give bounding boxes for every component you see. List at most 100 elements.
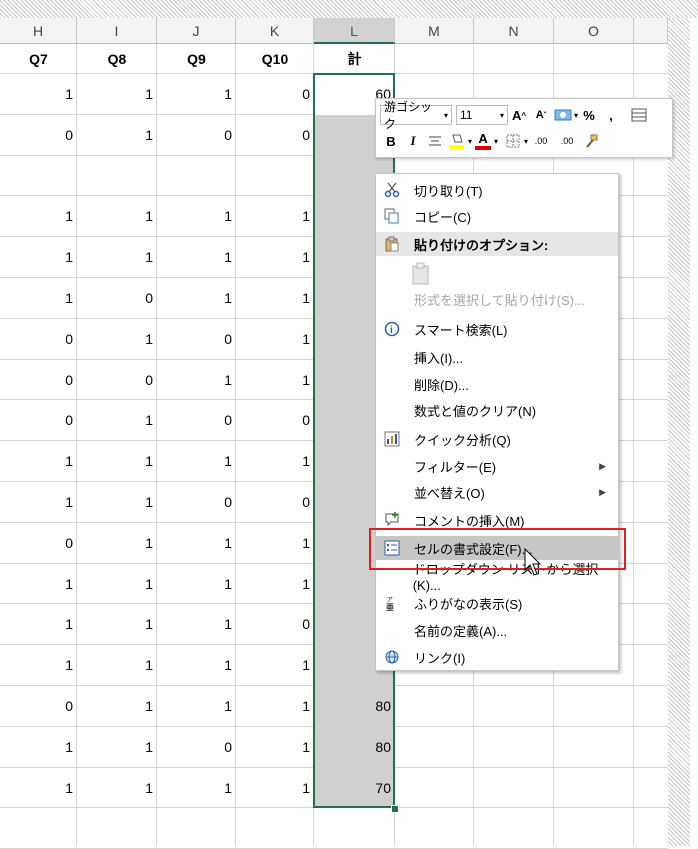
table-cell[interactable]: 0 [157,400,236,440]
bold-button[interactable]: B [380,130,402,152]
table-cell[interactable]: 1 [157,237,236,277]
increase-decimal-button[interactable]: .00 [528,130,554,152]
table-cell[interactable]: 0 [157,319,236,359]
menu-item-5[interactable]: i スマート検索(L) [376,317,618,341]
column-header-k[interactable]: K [236,18,314,44]
table-cell[interactable]: 1 [157,768,236,808]
fill-color-button[interactable] [446,130,468,152]
table-cell[interactable]: 1 [157,564,236,604]
table-cell[interactable]: 1 [0,727,77,767]
column-header-h[interactable]: H [0,18,77,44]
table-cell[interactable]: 0 [0,400,77,440]
font-color-button[interactable]: A [472,130,494,152]
table-cell[interactable]: 1 [77,482,157,522]
table-cell[interactable]: 0 [236,482,314,522]
font-name-box[interactable]: 游ゴシック ▾ [380,100,452,131]
column-header-m[interactable]: M [395,18,474,44]
table-cell[interactable]: 0 [0,686,77,726]
table-cell[interactable]: 1 [236,727,314,767]
header-cell-1[interactable]: Q7 [0,44,77,74]
table-cell[interactable]: 1 [77,523,157,563]
table-cell[interactable]: 0 [0,115,77,155]
menu-item-9[interactable]: クイック分析(Q) [376,427,618,451]
table-cell[interactable]: 1 [236,686,314,726]
table-cell[interactable] [0,156,77,196]
menu-item-1[interactable]: コピー(C) [376,204,618,228]
table-cell[interactable]: 1 [157,74,236,114]
table-cell[interactable]: 0 [236,74,314,114]
table-cell[interactable]: 1 [236,360,314,400]
table-cell[interactable]: 1 [236,564,314,604]
table-cell[interactable]: 0 [77,278,157,318]
table-cell[interactable]: 0 [0,319,77,359]
table-cell[interactable]: 1 [77,727,157,767]
table-cell[interactable]: 1 [77,115,157,155]
table-cell[interactable]: 1 [157,645,236,685]
table-cell[interactable]: 1 [77,74,157,114]
table-cell[interactable]: 1 [77,768,157,808]
table-cell[interactable]: 1 [77,645,157,685]
table-cell[interactable]: 0 [77,360,157,400]
menu-item-6[interactable]: 挿入(I)... [376,345,618,369]
column-header-o[interactable]: O [554,18,634,44]
table-cell[interactable]: 1 [236,441,314,481]
format-painter-button[interactable] [580,130,602,152]
percent-button[interactable]: % [578,104,600,126]
menu-item-4[interactable]: 形式を選択して貼り付け(S)... [376,287,618,311]
header-cell-2[interactable]: Q8 [77,44,157,74]
menu-item-0[interactable]: 切り取り(T) [376,178,618,202]
table-cell[interactable]: 1 [77,604,157,644]
table-cell[interactable]: 0 [157,727,236,767]
table-cell[interactable]: 0 [157,482,236,522]
table-cell[interactable]: 1 [77,319,157,359]
table-cell[interactable]: 1 [77,564,157,604]
paste-option-button[interactable] [376,260,618,288]
table-cell[interactable]: 0 [0,360,77,400]
accounting-format-button[interactable] [552,104,574,126]
table-cell[interactable]: 1 [0,74,77,114]
table-cell[interactable]: 1 [236,768,314,808]
menu-item-16[interactable]: 名前の定義(A)... [376,618,618,642]
table-cell[interactable] [77,156,157,196]
table-cell[interactable]: 1 [236,196,314,236]
table-cell[interactable]: 1 [157,360,236,400]
comma-button[interactable]: , [600,104,622,126]
table-cell[interactable]: 1 [236,523,314,563]
italic-button[interactable]: I [402,130,424,152]
table-cell[interactable]: 0 [236,115,314,155]
table-cell[interactable]: 1 [0,196,77,236]
table-cell[interactable] [157,156,236,196]
table-cell[interactable]: 1 [157,686,236,726]
table-cell[interactable]: 1 [157,604,236,644]
menu-item-11[interactable]: 並べ替え(O) ▶ [376,480,618,504]
table-cell[interactable]: 1 [77,441,157,481]
table-cell[interactable]: 1 [77,196,157,236]
chevron-down-icon[interactable]: ▾ [494,137,498,146]
increase-font-button[interactable]: A ^ [508,104,530,126]
menu-item-7[interactable]: 削除(D)... [376,372,618,396]
table-cell[interactable]: 1 [0,237,77,277]
table-cell[interactable]: 0 [0,523,77,563]
table-cell[interactable]: 1 [236,319,314,359]
column-header-extra[interactable] [634,18,668,44]
table-cell[interactable]: 1 [157,196,236,236]
table-cell[interactable]: 1 [236,645,314,685]
decrease-decimal-button[interactable]: .00 [554,130,580,152]
font-size-box[interactable]: 11 ▾ [456,105,508,125]
table-cell[interactable]: 1 [77,686,157,726]
table-cell[interactable]: 1 [0,768,77,808]
menu-item-15[interactable]: ア亜ふりがなの表示(S) [376,591,618,615]
table-cell[interactable]: 0 [236,400,314,440]
fill-handle[interactable] [391,805,399,813]
table-cell[interactable]: 1 [157,523,236,563]
menu-item-17[interactable]: リンク(I) [376,645,618,669]
format-painter-table-button[interactable] [628,104,650,126]
header-cell-5[interactable]: 計 [314,44,395,74]
header-cell-4[interactable]: Q10 [236,44,314,74]
menu-item-10[interactable]: フィルター(E) ▶ [376,454,618,478]
decrease-font-button[interactable]: Aˇ [530,104,552,126]
table-cell[interactable]: 0 [157,115,236,155]
table-cell[interactable]: 0 [236,604,314,644]
borders-button[interactable] [502,130,524,152]
column-header-l[interactable]: L [314,18,395,44]
